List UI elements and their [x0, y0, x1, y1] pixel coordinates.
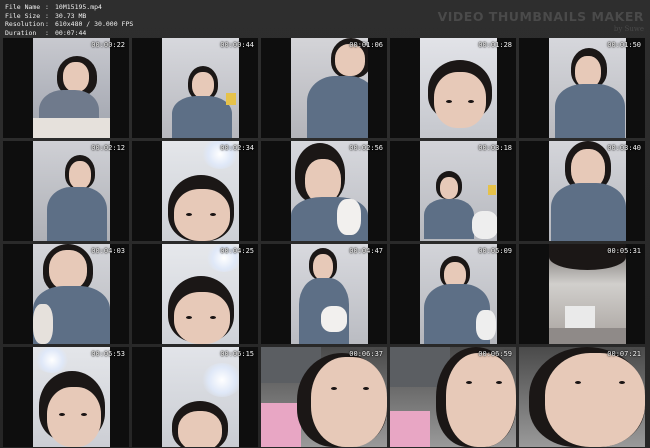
file-size-label: File Size [5, 11, 41, 20]
thumbnail[interactable]: 00:05:31 [519, 244, 645, 344]
file-size-value: 30.73 MB [55, 11, 87, 20]
brand-watermark: VIDEO THUMBNAILS MAKER by Suwe [438, 9, 644, 33]
duration-label: Duration [5, 28, 37, 37]
separator: : [45, 11, 49, 20]
thumbnail[interactable]: 00:04:03 [3, 244, 129, 344]
timestamp: 00:02:12 [91, 144, 125, 152]
timestamp: 00:04:25 [220, 247, 254, 255]
resolution-value: 610x480 / 30.000 FPS [55, 20, 134, 29]
resolution-row: Resolution:610x480 / 30.000 FPS [5, 20, 133, 29]
timestamp: 00:01:06 [349, 41, 383, 49]
timestamp: 00:06:15 [220, 350, 254, 358]
thumbnail[interactable]: 00:03:40 [519, 141, 645, 241]
timestamp: 00:04:03 [91, 247, 125, 255]
file-name-row: File Name:10M15195.mp4 [5, 3, 133, 12]
timestamp: 00:07:21 [607, 350, 641, 358]
thumbnail[interactable]: 00:04:47 [261, 244, 387, 344]
file-info-panel: File Name:10M15195.mp4 File Size:30.73 M… [5, 3, 133, 37]
resolution-label: Resolution [5, 20, 45, 29]
brand-subtitle: by Suwe [613, 25, 644, 33]
timestamp: 00:03:40 [607, 144, 641, 152]
timestamp: 00:05:31 [607, 247, 641, 255]
thumbnail[interactable]: 00:06:15 [132, 347, 258, 447]
timestamp: 00:06:59 [478, 350, 512, 358]
timestamp: 00:00:44 [220, 41, 254, 49]
timestamp: 00:04:47 [349, 247, 383, 255]
thumbnail[interactable]: 00:00:22 [3, 38, 129, 138]
separator: : [45, 20, 49, 29]
timestamp: 00:03:18 [478, 144, 512, 152]
separator: : [45, 28, 49, 37]
timestamp: 00:05:09 [478, 247, 512, 255]
file-name-value: 10M15195.mp4 [55, 3, 102, 11]
thumbnail[interactable]: 00:02:56 [261, 141, 387, 241]
duration-value: 00:07:44 [55, 28, 87, 37]
thumbnail[interactable]: 00:01:28 [390, 38, 516, 138]
separator: : [45, 3, 49, 11]
thumbnail[interactable]: 00:03:18 [390, 141, 516, 241]
timestamp: 00:00:22 [91, 41, 125, 49]
thumbnail[interactable]: 00:04:25 [132, 244, 258, 344]
thumbnail[interactable]: 00:05:09 [390, 244, 516, 344]
timestamp: 00:02:34 [220, 144, 254, 152]
thumbnail[interactable]: 00:06:37 [261, 347, 387, 447]
thumbnail[interactable]: 00:06:59 [390, 347, 516, 447]
duration-row: Duration:00:07:44 [5, 29, 133, 38]
brand-title: VIDEO THUMBNAILS MAKER [437, 9, 644, 24]
timestamp: 00:06:37 [349, 350, 383, 358]
timestamp: 00:02:56 [349, 144, 383, 152]
thumbnail[interactable]: 00:02:34 [132, 141, 258, 241]
file-size-row: File Size:30.73 MB [5, 12, 133, 21]
thumbnail[interactable]: 00:01:50 [519, 38, 645, 138]
thumbnail[interactable]: 00:05:53 [3, 347, 129, 447]
thumbnail[interactable]: 00:01:06 [261, 38, 387, 138]
file-name-label: File Name [5, 3, 41, 11]
thumbnail[interactable]: 00:07:21 [519, 347, 645, 447]
timestamp: 00:01:28 [478, 41, 512, 49]
thumbnail[interactable]: 00:00:44 [132, 38, 258, 138]
timestamp: 00:05:53 [91, 350, 125, 358]
timestamp: 00:01:50 [607, 41, 641, 49]
thumbnail[interactable]: 00:02:12 [3, 141, 129, 241]
